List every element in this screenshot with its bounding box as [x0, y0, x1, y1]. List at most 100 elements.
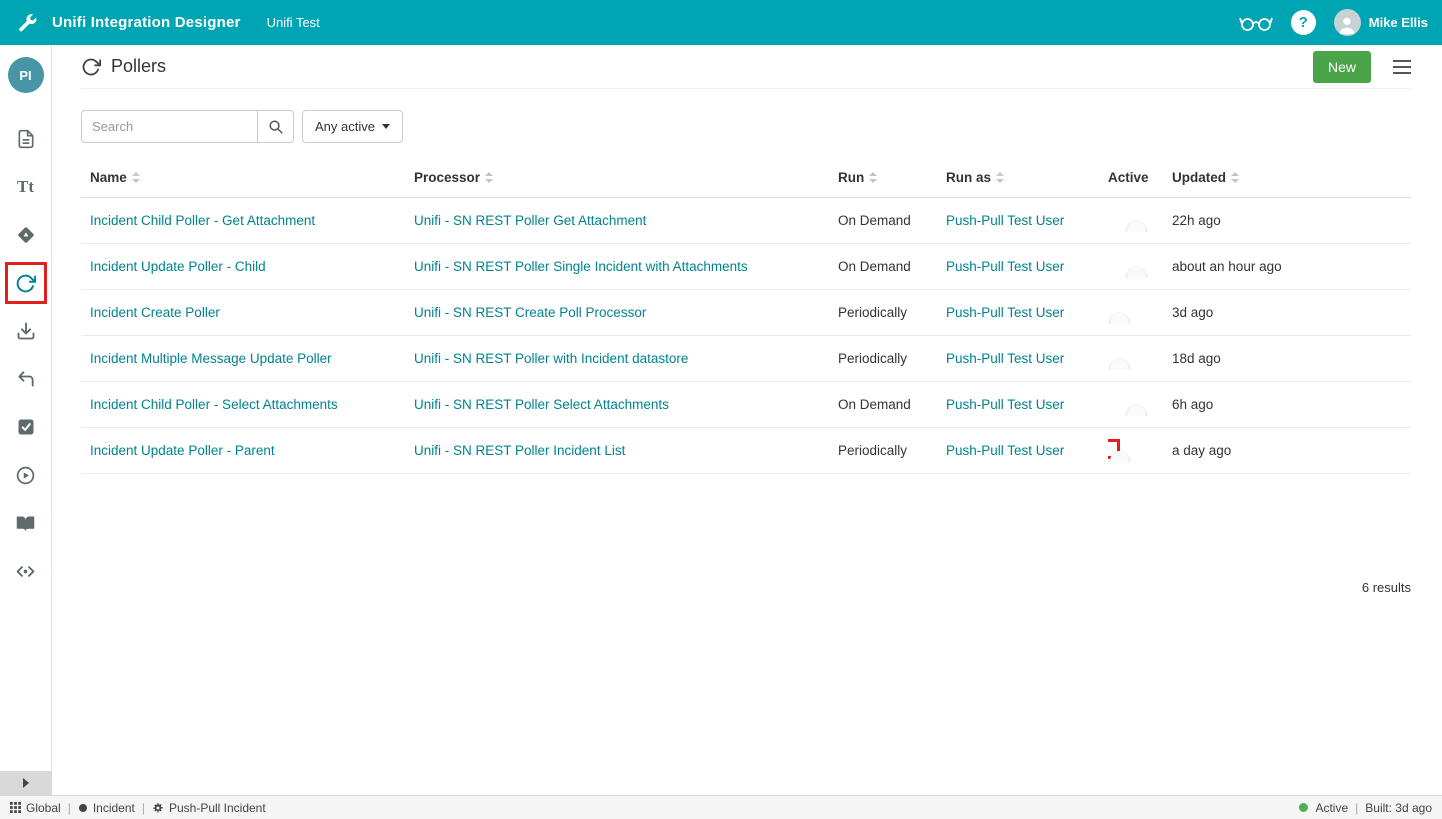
hamburger-menu-icon[interactable]: [1393, 60, 1411, 74]
results-count: 6 results: [81, 580, 1411, 595]
user-menu[interactable]: Mike Ellis: [1334, 9, 1428, 36]
column-header-updated[interactable]: Updated: [1172, 170, 1411, 185]
grid-icon: [10, 802, 21, 813]
column-header-processor[interactable]: Processor: [414, 170, 838, 185]
poller-name-link[interactable]: Incident Multiple Message Update Poller: [81, 351, 414, 366]
download-icon: [5, 310, 47, 352]
table-row: Incident Child Poller - Get Attachment U…: [81, 198, 1411, 244]
search-icon: [268, 119, 283, 134]
active-filter-dropdown[interactable]: Any active: [302, 110, 403, 143]
table-row: Incident Multiple Message Update Poller …: [81, 336, 1411, 382]
sort-icon: [996, 171, 1005, 184]
help-icon[interactable]: ?: [1291, 10, 1316, 35]
processor-link[interactable]: Unifi - SN REST Poller Select Attachment…: [414, 397, 838, 412]
built-label: Built: 3d ago: [1365, 801, 1432, 815]
sort-icon: [485, 171, 494, 184]
search-button[interactable]: [257, 110, 294, 143]
sidebar-item-import[interactable]: [5, 307, 47, 355]
code-icon: [5, 550, 47, 592]
column-label: Run as: [946, 170, 991, 185]
pollers-table: Name Processor Run Run as Active Updated…: [81, 158, 1411, 474]
processor-link[interactable]: Unifi - SN REST Poller Get Attachment: [414, 213, 838, 228]
sidebar-item-documentation[interactable]: [5, 499, 47, 547]
separator: |: [1355, 801, 1358, 815]
sidebar-item-runs[interactable]: [5, 451, 47, 499]
processor-link[interactable]: Unifi - SN REST Poller Single Incident w…: [414, 259, 838, 274]
column-header-active[interactable]: Active: [1108, 170, 1172, 185]
run-mode: On Demand: [838, 259, 946, 274]
status-dot-icon: [1299, 803, 1308, 812]
run-mode: On Demand: [838, 397, 946, 412]
run-mode: On Demand: [838, 213, 946, 228]
toolbar: Any active: [81, 110, 1411, 143]
poller-name-link[interactable]: Incident Create Poller: [81, 305, 414, 320]
main-content: Pollers New Any active Name Processor Ru…: [52, 45, 1442, 795]
book-icon: [5, 502, 47, 544]
play-circle-icon: [5, 454, 47, 496]
sidebar-collapse-button[interactable]: [0, 771, 52, 795]
process-item[interactable]: Incident: [78, 801, 135, 815]
sidebar-item-messages[interactable]: [5, 211, 47, 259]
column-header-run-as[interactable]: Run as: [946, 170, 1108, 185]
updated-text: 22h ago: [1172, 213, 1411, 228]
scope-item[interactable]: Global: [10, 801, 61, 815]
run-as-link[interactable]: Push-Pull Test User: [946, 305, 1108, 320]
status-bar: Global | Incident | Push-Pull Incident A…: [0, 795, 1442, 819]
sidebar: PI Tt: [0, 45, 52, 771]
sort-icon: [1231, 171, 1240, 184]
run-as-link[interactable]: Push-Pull Test User: [946, 443, 1108, 458]
sidebar-item-fields[interactable]: Tt: [5, 163, 47, 211]
column-label: Active: [1108, 170, 1149, 185]
poller-name-link[interactable]: Incident Child Poller - Get Attachment: [81, 213, 414, 228]
user-avatar-icon: [1334, 9, 1361, 36]
poller-name-link[interactable]: Incident Child Poller - Select Attachmen…: [81, 397, 414, 412]
run-mode: Periodically: [838, 305, 946, 320]
column-header-run[interactable]: Run: [838, 170, 946, 185]
sidebar-item-documents[interactable]: [5, 115, 47, 163]
app-title: Unifi Integration Designer: [52, 14, 241, 31]
run-as-link[interactable]: Push-Pull Test User: [946, 397, 1108, 412]
integration-item[interactable]: Push-Pull Incident: [152, 801, 266, 815]
run-mode: Periodically: [838, 443, 946, 458]
sidebar-item-pollers[interactable]: [5, 259, 47, 307]
chevron-down-icon: [382, 124, 390, 129]
new-button[interactable]: New: [1313, 51, 1371, 83]
status-label: Active: [1315, 801, 1348, 815]
scope-label: Global: [26, 801, 61, 815]
table-row: Incident Update Poller - Child Unifi - S…: [81, 244, 1411, 290]
updated-text: about an hour ago: [1172, 259, 1411, 274]
run-as-link[interactable]: Push-Pull Test User: [946, 213, 1108, 228]
search-input[interactable]: [81, 110, 257, 143]
poller-name-link[interactable]: Incident Update Poller - Child: [81, 259, 414, 274]
table-row: Incident Create Poller Unifi - SN REST C…: [81, 290, 1411, 336]
processor-link[interactable]: Unifi - SN REST Poller with Incident dat…: [414, 351, 838, 366]
highlight-annotation: [1108, 439, 1120, 459]
run-as-link[interactable]: Push-Pull Test User: [946, 351, 1108, 366]
processor-link[interactable]: Unifi - SN REST Create Poll Processor: [414, 305, 838, 320]
environment-name[interactable]: Unifi Test: [267, 15, 320, 30]
sidebar-item-responses[interactable]: [5, 355, 47, 403]
process-icon: [78, 803, 88, 813]
wrench-icon: [14, 10, 40, 36]
updated-text: a day ago: [1172, 443, 1411, 458]
spectacles-icon[interactable]: [1239, 14, 1273, 32]
page-header: Pollers New: [81, 45, 1411, 89]
sidebar-item-tasks[interactable]: [5, 403, 47, 451]
integration-avatar[interactable]: PI: [8, 57, 44, 93]
column-label: Name: [90, 170, 127, 185]
poller-name-link[interactable]: Incident Update Poller - Parent: [81, 443, 414, 458]
page-title: Pollers: [111, 56, 166, 77]
poller-icon: [5, 262, 47, 304]
chevron-right-icon: [23, 778, 29, 788]
sort-icon: [132, 171, 141, 184]
run-as-link[interactable]: Push-Pull Test User: [946, 259, 1108, 274]
processor-link[interactable]: Unifi - SN REST Poller Incident List: [414, 443, 838, 458]
table-row: Incident Update Poller - Parent Unifi - …: [81, 428, 1411, 474]
integration-label: Push-Pull Incident: [169, 801, 266, 815]
topbar-actions: ? Mike Ellis: [1239, 9, 1428, 36]
sort-icon: [869, 171, 878, 184]
column-header-name[interactable]: Name: [81, 170, 414, 185]
sidebar-item-api[interactable]: [5, 547, 47, 595]
check-square-icon: [5, 406, 47, 448]
updated-text: 6h ago: [1172, 397, 1411, 412]
